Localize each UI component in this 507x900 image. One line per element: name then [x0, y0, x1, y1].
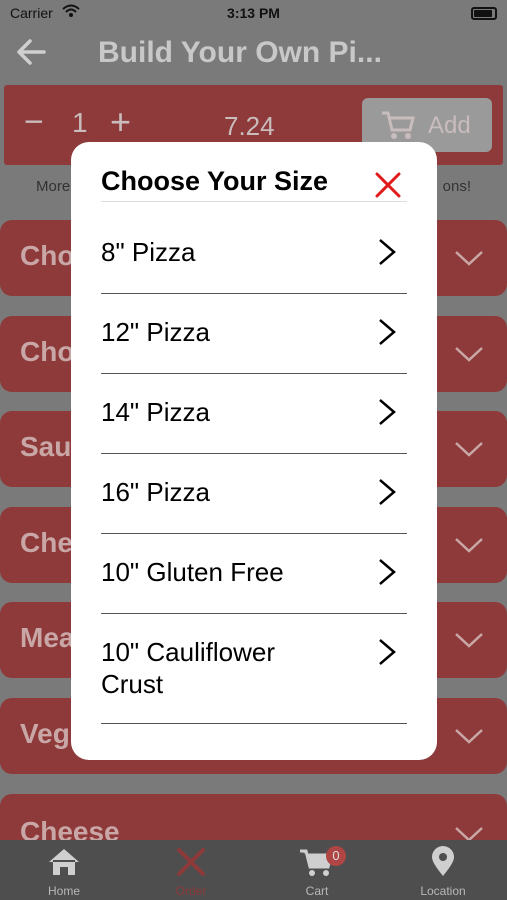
back-arrow-icon[interactable] [14, 34, 50, 70]
map-pin-icon [432, 846, 454, 876]
size-picker-modal: Choose Your Size 8" Pizza 12" Pizza 14" … [71, 142, 437, 760]
chevron-right-icon [379, 639, 396, 665]
close-icon[interactable] [373, 170, 403, 200]
tab-home[interactable]: Home [9, 840, 119, 900]
modal-title: Choose Your Size [101, 166, 329, 196]
tab-label: Home [47, 884, 80, 898]
size-option[interactable]: 8" Pizza [101, 214, 407, 294]
chevron-down-icon [455, 251, 483, 266]
section-label: Veg [20, 718, 70, 749]
subtext-right: ons! [442, 178, 471, 195]
status-bar: Carrier 3:13 PM [0, 0, 507, 28]
cart-icon [300, 849, 333, 876]
size-option-label: 14" Pizza [101, 397, 210, 427]
tab-label: Order [175, 884, 207, 898]
size-option[interactable]: 14" Pizza [101, 374, 407, 454]
size-option-label: 12" Pizza [101, 317, 210, 347]
modal-divider [101, 201, 407, 202]
tab-order[interactable]: Order [136, 840, 246, 900]
size-option[interactable]: 10" Cauliflower Crust [101, 614, 407, 724]
tab-location[interactable]: Location [388, 840, 498, 900]
subtext-left: More [36, 178, 71, 195]
section-row[interactable]: Cheese [0, 794, 507, 847]
size-option[interactable]: 16" Pizza [101, 454, 407, 534]
size-option-label: 8" Pizza [101, 237, 196, 267]
cart-icon [382, 111, 415, 139]
cart-count-badge: 0 [326, 846, 346, 866]
size-option-label: 10" Cauliflower Crust [101, 637, 275, 699]
size-option-label: 10" Gluten Free [101, 557, 284, 587]
chevron-down-icon [455, 633, 483, 648]
battery-icon [471, 7, 497, 20]
tab-label: Location [420, 884, 466, 898]
increase-quantity-button[interactable]: + [110, 101, 131, 143]
chevron-down-icon [455, 347, 483, 362]
quantity-value: 1 [72, 107, 88, 138]
size-option-label: 16" Pizza [101, 477, 210, 507]
tab-cart[interactable]: 0 Cart [262, 840, 372, 900]
chevron-right-icon [379, 319, 396, 345]
home-icon [49, 849, 79, 875]
fork-knife-icon [177, 848, 205, 876]
size-option[interactable]: 10" Gluten Free [101, 534, 407, 614]
section-label: Che [20, 527, 73, 558]
chevron-right-icon [379, 239, 396, 265]
chevron-down-icon [455, 442, 483, 457]
section-label: Sau [20, 431, 72, 462]
size-option[interactable]: 12" Pizza [101, 294, 407, 374]
chevron-down-icon [455, 538, 483, 553]
chevron-right-icon [379, 399, 396, 425]
price-value: 7.24 [224, 111, 275, 141]
section-label: Cho [20, 240, 75, 271]
nav-bar: Build Your Own Pi... [0, 28, 507, 80]
decrease-quantity-button[interactable]: − [24, 103, 44, 142]
tab-label: Cart [305, 884, 329, 898]
chevron-down-icon [455, 729, 483, 744]
add-button-label: Add [428, 112, 471, 139]
section-label: Cho [20, 336, 75, 367]
chevron-right-icon [379, 479, 396, 505]
section-label: Mea [20, 622, 75, 653]
page-title: Build Your Own Pi... [98, 36, 382, 69]
chevron-right-icon [379, 559, 396, 585]
tab-bar: Home Order 0 Cart Location [0, 840, 507, 900]
clock: 3:13 PM [227, 5, 280, 21]
